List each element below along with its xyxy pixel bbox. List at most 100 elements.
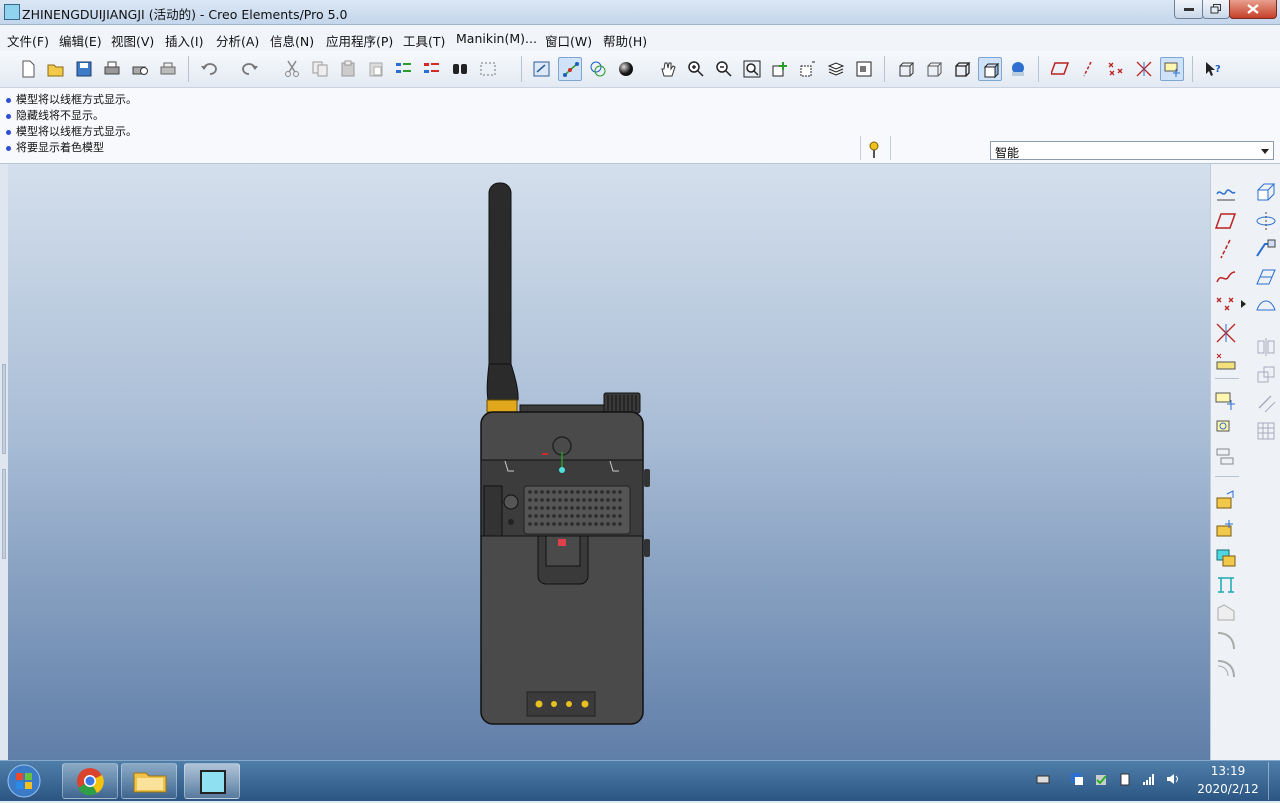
security-check-icon[interactable] xyxy=(1094,772,1108,786)
appearance-button[interactable] xyxy=(1006,57,1030,81)
taskbar-chrome[interactable] xyxy=(62,763,118,799)
menu-info[interactable]: 信息(N) xyxy=(270,31,314,50)
extrude-button[interactable] xyxy=(1255,182,1277,204)
chamfer-button[interactable] xyxy=(1215,630,1237,652)
network-app-icon[interactable] xyxy=(1070,772,1084,786)
analysis-feature-button[interactable] xyxy=(1215,350,1237,372)
menu-manikin[interactable]: Manikin(M)... xyxy=(456,31,537,46)
redo-button[interactable] xyxy=(238,57,262,81)
volume-icon[interactable] xyxy=(1166,772,1180,786)
whats-this-button[interactable]: ? xyxy=(1201,57,1225,81)
mirror-button[interactable] xyxy=(1255,336,1277,358)
quick-print-button[interactable] xyxy=(156,57,180,81)
taskbar-creo[interactable] xyxy=(184,763,240,799)
pan-button[interactable] xyxy=(656,57,680,81)
hole-button[interactable] xyxy=(1215,490,1237,512)
spin-center-button[interactable] xyxy=(558,57,582,81)
named-views-button[interactable] xyxy=(796,57,820,81)
round-button[interactable] xyxy=(1215,602,1237,624)
status-light-icon[interactable] xyxy=(868,140,880,160)
wireframe-button[interactable] xyxy=(894,57,918,81)
sketch-button[interactable] xyxy=(1215,182,1237,204)
coord-sys-button[interactable] xyxy=(1132,57,1156,81)
menu-help[interactable]: 帮助(H) xyxy=(603,31,647,50)
toroidal-bend-button[interactable] xyxy=(1215,658,1237,680)
print-preview-button[interactable] xyxy=(128,57,152,81)
sweep-button[interactable] xyxy=(1255,238,1277,260)
find-button[interactable] xyxy=(448,57,472,81)
clock-date[interactable]: 2020/2/12 xyxy=(1190,782,1266,796)
coordinate-system-button[interactable] xyxy=(1215,322,1237,344)
save-button[interactable] xyxy=(72,57,96,81)
repaint-button[interactable] xyxy=(530,57,554,81)
open-button[interactable] xyxy=(44,57,68,81)
orient-mode-button[interactable] xyxy=(586,57,610,81)
boundary-blend-button[interactable] xyxy=(1255,294,1277,316)
minimize-button[interactable] xyxy=(1174,0,1204,19)
shell-button[interactable] xyxy=(1215,518,1237,540)
datum-axis-button[interactable] xyxy=(1215,238,1237,260)
new-button[interactable] xyxy=(16,57,40,81)
datum-curve-button[interactable] xyxy=(1215,266,1237,288)
reorient-button[interactable] xyxy=(768,57,792,81)
revolve-button[interactable] xyxy=(1255,210,1277,232)
datum-axes-button[interactable] xyxy=(1076,57,1100,81)
display-style-button[interactable] xyxy=(614,57,638,81)
paste-special-button[interactable] xyxy=(364,57,388,81)
intersect-button[interactable] xyxy=(1255,420,1277,442)
menu-insert[interactable]: 插入(I) xyxy=(165,31,203,50)
datum-plane-button[interactable] xyxy=(1215,210,1237,232)
graphics-window[interactable] xyxy=(8,164,1210,760)
regen-manager-button[interactable] xyxy=(420,57,444,81)
close-button[interactable] xyxy=(1229,0,1277,19)
merge-button[interactable] xyxy=(1255,364,1277,386)
draft-button[interactable] xyxy=(1215,574,1237,596)
copy-button[interactable] xyxy=(308,57,332,81)
datum-planes-button[interactable] xyxy=(1048,57,1072,81)
browser-grip[interactable] xyxy=(2,469,6,559)
message-text: 模型将以线框方式显示。 xyxy=(16,93,137,106)
component-feature-button[interactable] xyxy=(1215,446,1237,468)
clock-time[interactable]: 13:19 xyxy=(1198,764,1258,778)
blend-button[interactable] xyxy=(1255,266,1277,288)
zoom-out-button[interactable] xyxy=(712,57,736,81)
regenerate-button[interactable] xyxy=(392,57,416,81)
sweep-icon xyxy=(1256,239,1276,257)
usb-device-icon[interactable] xyxy=(1118,772,1132,786)
hidden-line-button[interactable] xyxy=(922,57,946,81)
keyboard-icon[interactable] xyxy=(1036,772,1050,786)
cut-button[interactable] xyxy=(280,57,304,81)
repaint-icon xyxy=(533,61,550,77)
shading-button[interactable] xyxy=(978,57,1002,81)
datum-point-button[interactable] xyxy=(1215,294,1237,316)
menu-view[interactable]: 视图(V) xyxy=(111,31,154,50)
select-box-button[interactable] xyxy=(476,57,500,81)
signal-icon[interactable] xyxy=(1142,772,1156,786)
paste-button[interactable] xyxy=(336,57,360,81)
menu-applications[interactable]: 应用程序(P) xyxy=(326,31,393,50)
layers-button[interactable] xyxy=(824,57,848,81)
trim-button[interactable] xyxy=(1255,392,1277,414)
menu-analysis[interactable]: 分析(A) xyxy=(216,31,259,50)
no-hidden-button[interactable] xyxy=(950,57,974,81)
restore-button[interactable] xyxy=(1202,0,1230,19)
start-button[interactable] xyxy=(4,763,44,799)
print-button[interactable] xyxy=(100,57,124,81)
menu-tools[interactable]: 工具(T) xyxy=(403,31,445,50)
annotation-button[interactable] xyxy=(1160,57,1184,81)
refit-button[interactable] xyxy=(740,57,764,81)
rib-button[interactable] xyxy=(1215,546,1237,568)
navigator-grip[interactable] xyxy=(2,364,6,454)
taskbar-explorer[interactable] xyxy=(121,763,177,799)
undo-button[interactable] xyxy=(197,57,221,81)
datum-points-button[interactable] xyxy=(1104,57,1128,81)
selection-filter-dropdown[interactable]: 智能 xyxy=(990,141,1274,160)
show-desktop-button[interactable] xyxy=(1268,762,1280,800)
menu-edit[interactable]: 编辑(E) xyxy=(59,31,102,50)
view-manager-button[interactable] xyxy=(852,57,876,81)
menu-file[interactable]: 文件(F) xyxy=(7,31,49,50)
annotation-feature-button[interactable] xyxy=(1215,390,1237,412)
reference-feature-button[interactable] xyxy=(1215,418,1237,440)
menu-window[interactable]: 窗口(W) xyxy=(545,31,592,50)
zoom-in-button[interactable] xyxy=(684,57,708,81)
